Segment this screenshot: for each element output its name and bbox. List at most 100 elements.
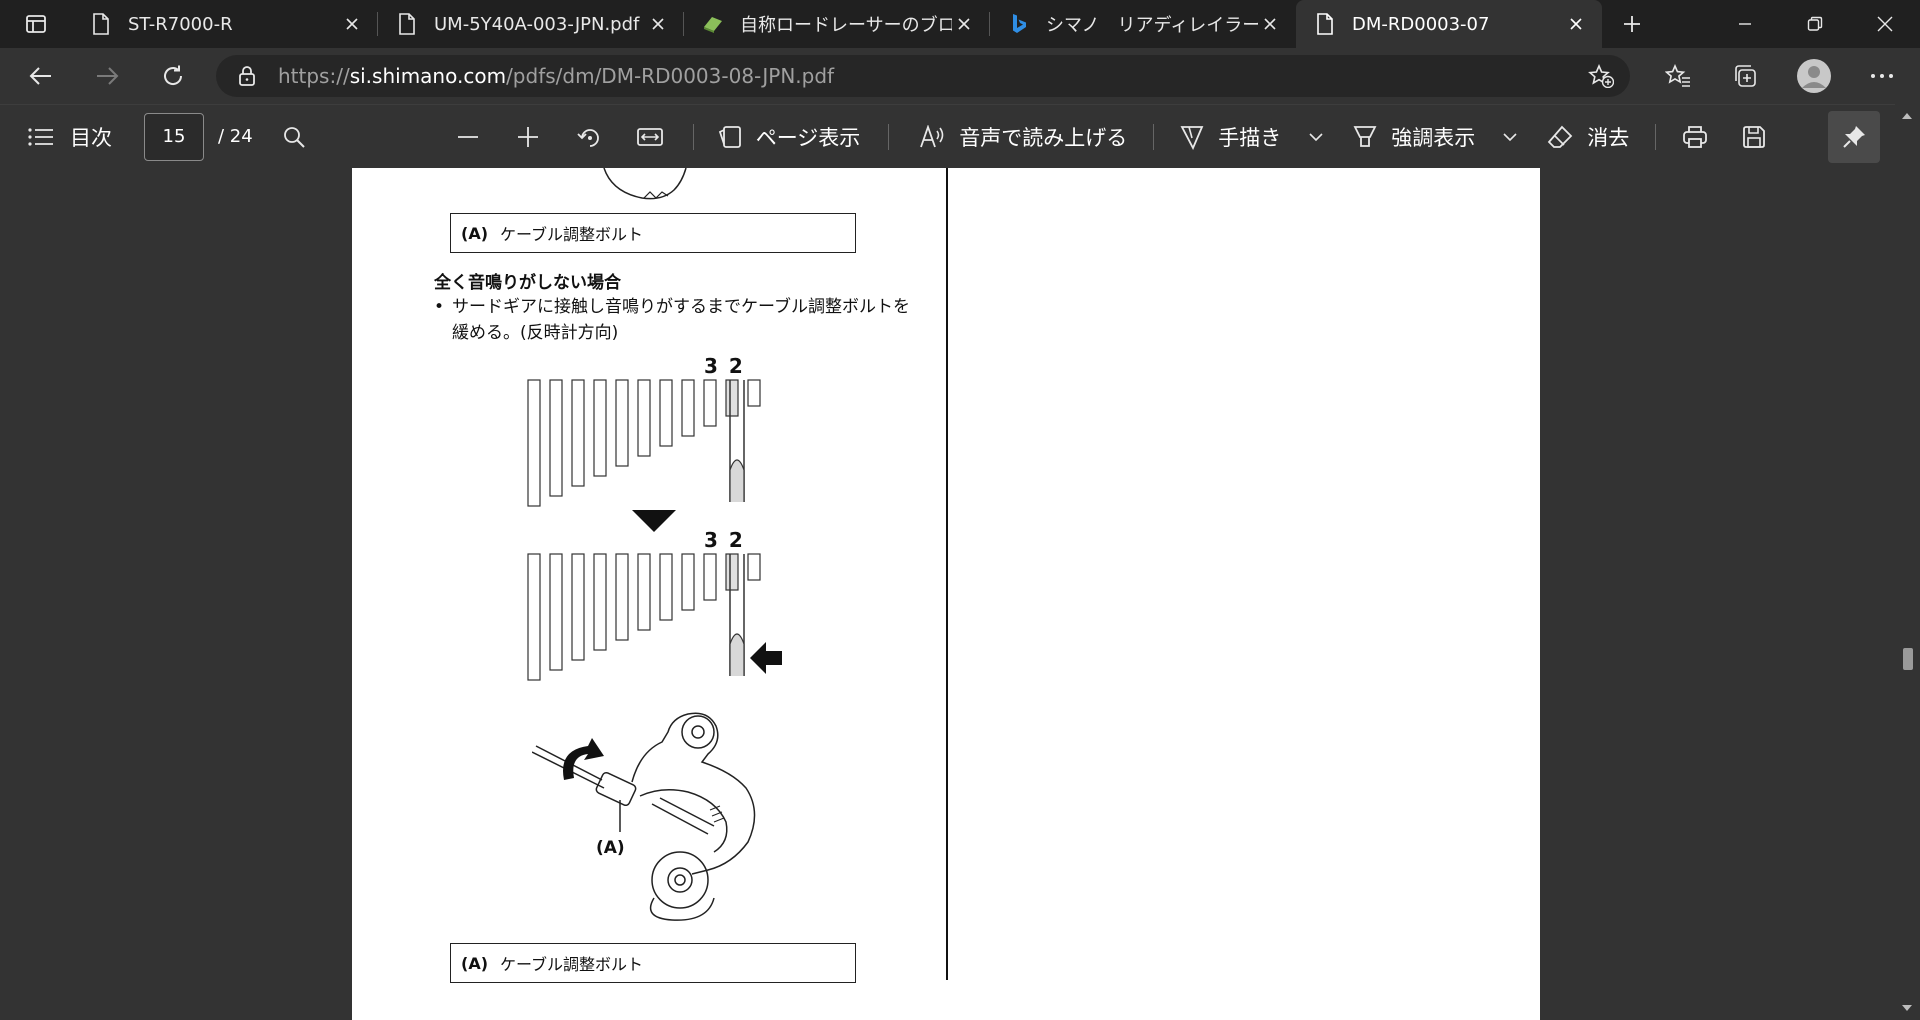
toolbar-separator bbox=[888, 123, 890, 150]
tab-close-icon[interactable] bbox=[1564, 12, 1588, 36]
print-button[interactable] bbox=[1682, 105, 1708, 169]
document-icon bbox=[396, 13, 418, 35]
pin-toolbar-button[interactable] bbox=[1828, 111, 1880, 163]
tab-label: UM-5Y40A-003-JPN.pdf bbox=[434, 13, 640, 35]
tab-close-icon[interactable] bbox=[1258, 12, 1282, 36]
minimize-button[interactable] bbox=[1710, 0, 1780, 48]
sprocket-cog bbox=[703, 553, 717, 601]
lock-icon[interactable] bbox=[216, 65, 278, 87]
zoom-out-button[interactable] bbox=[457, 105, 479, 169]
tab-4[interactable]: シマノ リアディレイラー 1（ bbox=[990, 0, 1296, 48]
sprocket-cog bbox=[593, 553, 607, 651]
vertical-scrollbar[interactable] bbox=[1895, 104, 1920, 1020]
read-aloud-button[interactable]: 音声で読み上げる bbox=[919, 105, 1127, 169]
sprocket-cog bbox=[549, 379, 563, 497]
close-icon bbox=[1877, 16, 1893, 32]
erase-button[interactable]: 消去 bbox=[1547, 105, 1629, 169]
plus-icon bbox=[1622, 14, 1642, 34]
scrollbar-thumb[interactable] bbox=[1903, 648, 1913, 670]
instruction-bullet: • サードギアに接触し音鳴りがするまでケーブル調整ボルトを緩める。(反時計方向) bbox=[434, 294, 914, 346]
tab-close-icon[interactable] bbox=[646, 12, 670, 36]
save-button[interactable] bbox=[1742, 105, 1766, 169]
callout-label: (A) bbox=[596, 838, 625, 858]
sprocket-cog bbox=[527, 379, 541, 507]
printer-icon bbox=[1682, 125, 1708, 149]
chevron-down-icon bbox=[1309, 132, 1323, 142]
sprocket-cog bbox=[659, 379, 673, 447]
restore-button[interactable] bbox=[1780, 0, 1850, 48]
rotate-button[interactable] bbox=[577, 105, 603, 169]
sprocket-cog bbox=[571, 553, 585, 661]
sprocket-cog bbox=[681, 379, 695, 437]
highlight-button[interactable]: 強調表示 bbox=[1353, 105, 1475, 169]
guide-pulley-tip bbox=[729, 459, 745, 502]
toc-button[interactable]: 目次 bbox=[28, 105, 112, 169]
url-domain: si.shimano.com bbox=[349, 64, 507, 88]
address-bar-row: https://si.shimano.com/pdfs/dm/DM-RD0003… bbox=[0, 48, 1920, 104]
tab-actions-button[interactable] bbox=[0, 0, 72, 48]
sprocket-cog bbox=[615, 379, 629, 467]
search-icon bbox=[283, 126, 305, 148]
scroll-up-icon[interactable] bbox=[1901, 112, 1913, 120]
pdf-page: (A) ケーブル調整ボルト 全く音鳴りがしない場合 • サードギアに接触し音鳴り… bbox=[352, 168, 1540, 1020]
tab-3[interactable]: 自称ロードレーサーのブログ（5 bbox=[684, 0, 990, 48]
window-controls bbox=[1710, 0, 1920, 48]
add-favorite-icon[interactable] bbox=[1588, 64, 1614, 88]
tab-1[interactable]: ST-R7000-R bbox=[72, 0, 378, 48]
favorites-button[interactable] bbox=[1644, 64, 1712, 88]
save-icon bbox=[1742, 125, 1766, 149]
pdf-toolbar: 目次 / 24 ページ表示 音声で読み上げる 手描き 強調表示 bbox=[0, 104, 1920, 168]
tab-close-icon[interactable] bbox=[340, 12, 364, 36]
zoom-in-button[interactable] bbox=[517, 105, 539, 169]
tab-close-icon[interactable] bbox=[952, 12, 976, 36]
sprocket-cog bbox=[637, 379, 651, 457]
caption-box-bottom: (A) ケーブル調整ボルト bbox=[450, 943, 856, 983]
highlight-options-dropdown[interactable] bbox=[1503, 105, 1517, 169]
search-button[interactable] bbox=[283, 105, 305, 169]
sprocket-cog bbox=[681, 553, 695, 611]
transition-arrow-icon bbox=[632, 510, 676, 532]
rotate-icon bbox=[577, 124, 603, 150]
document-icon bbox=[1314, 13, 1336, 35]
close-window-button[interactable] bbox=[1850, 0, 1920, 48]
more-menu-button[interactable] bbox=[1848, 73, 1916, 79]
list-icon bbox=[28, 127, 54, 147]
gear-number-label: 3 2 bbox=[704, 354, 745, 378]
url-text: https://si.shimano.com/pdfs/dm/DM-RD0003… bbox=[278, 64, 834, 88]
url-prefix: https:// bbox=[278, 64, 350, 88]
sprocket-cog bbox=[593, 379, 607, 477]
profile-button[interactable] bbox=[1780, 59, 1848, 93]
page-view-button[interactable]: ページ表示 bbox=[718, 105, 860, 169]
sprocket-cog bbox=[747, 379, 761, 407]
caption-box-top: (A) ケーブル調整ボルト bbox=[450, 213, 856, 253]
caption-tag: (A) bbox=[461, 223, 489, 243]
draw-options-dropdown[interactable] bbox=[1309, 105, 1323, 169]
sprocket-cog bbox=[571, 379, 585, 487]
draw-button[interactable]: 手描き bbox=[1180, 105, 1281, 169]
new-tab-button[interactable] bbox=[1608, 0, 1656, 48]
toolbar-separator bbox=[692, 123, 694, 150]
draw-icon bbox=[1180, 124, 1204, 150]
column-divider bbox=[946, 168, 948, 980]
address-field[interactable]: https://si.shimano.com/pdfs/dm/DM-RD0003… bbox=[216, 55, 1630, 97]
tab-label: シマノ リアディレイラー 1（ bbox=[1046, 15, 1258, 36]
page-view-icon bbox=[718, 125, 742, 149]
highlight-label: 強調表示 bbox=[1391, 125, 1476, 150]
tab-2[interactable]: UM-5Y40A-003-JPN.pdf bbox=[378, 0, 684, 48]
sprocket-cog bbox=[725, 553, 739, 591]
minus-icon bbox=[457, 126, 479, 148]
plus-icon bbox=[517, 126, 539, 148]
scroll-down-icon[interactable] bbox=[1901, 1004, 1913, 1012]
fit-width-button[interactable] bbox=[636, 105, 663, 169]
page-number-input[interactable] bbox=[144, 112, 204, 161]
tab-bar: ST-R7000-R UM-5Y40A-003-JPN.pdf 自称ロードレーサ… bbox=[0, 0, 1920, 48]
tab-label: DM-RD0003-07 bbox=[1352, 13, 1490, 35]
minimize-icon bbox=[1738, 17, 1752, 31]
tab-5-active[interactable]: DM-RD0003-07 bbox=[1296, 0, 1602, 48]
caption-text: ケーブル調整ボルト bbox=[500, 955, 644, 974]
refresh-button[interactable] bbox=[140, 48, 206, 104]
collections-button[interactable] bbox=[1712, 64, 1780, 88]
forward-button[interactable] bbox=[74, 48, 140, 104]
back-button[interactable] bbox=[8, 48, 74, 104]
browser-actions bbox=[1644, 48, 1916, 104]
